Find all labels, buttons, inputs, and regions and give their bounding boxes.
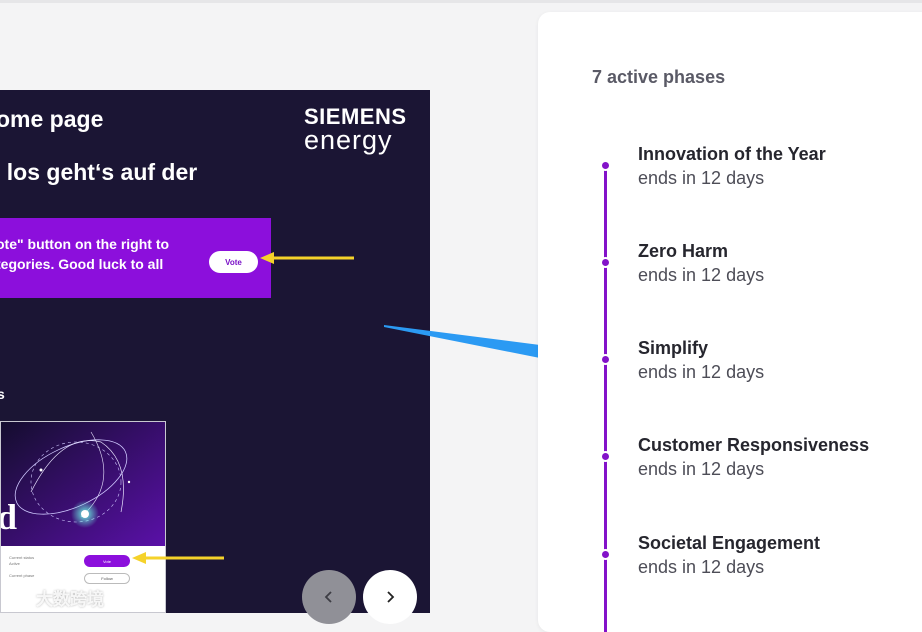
phase-name: Innovation of the Year <box>638 144 826 164</box>
slide-title: ome page <box>0 106 104 132</box>
phase-deadline: ends in 12 days <box>638 557 765 577</box>
preview-hero: d <box>1 422 165 546</box>
tutorial-slide: ome page l los geht‘s auf der SIEMENS en… <box>0 90 430 613</box>
phase-item[interactable]: Zero Harm ends in 12 days <box>538 241 922 301</box>
siemens-energy-logo: SIEMENS energy <box>304 106 422 155</box>
yellow-arrow-icon <box>260 252 354 264</box>
slide-subtitle: l los geht‘s auf der <box>0 159 198 185</box>
preview-status-value: Active <box>9 561 20 566</box>
timeline-dot-icon <box>600 160 611 171</box>
phase-deadline: ends in 12 days <box>638 362 765 382</box>
phase-name: Simplify <box>638 338 709 358</box>
top-divider <box>0 0 922 3</box>
yellow-arrow-icon <box>132 552 224 564</box>
previous-slide-button[interactable] <box>302 570 356 624</box>
timeline-dot-icon <box>600 257 611 268</box>
vote-button[interactable]: Vote <box>209 251 258 273</box>
section-label: s <box>0 386 5 402</box>
logo-line-2: energy <box>304 125 393 155</box>
timeline-dot-icon <box>600 451 611 462</box>
chevron-right-icon <box>387 591 395 603</box>
orbit-graphic-icon <box>1 422 165 546</box>
phases-count: 7 active phases <box>592 67 726 87</box>
timeline-dot-icon <box>600 354 611 365</box>
preview-status-label: Current status <box>9 555 35 560</box>
watermark-logo-icon <box>10 593 32 608</box>
timeline-dot-icon <box>600 549 611 560</box>
banner-line-1: ote" button on the right to <box>0 236 170 252</box>
phase-item[interactable]: Innovation of the Year ends in 12 days <box>538 144 922 204</box>
banner-line-2: tegories. Good luck to all <box>0 256 164 272</box>
watermark: 大数跨境 <box>10 585 104 610</box>
phase-deadline: ends in 12 days <box>638 265 765 285</box>
phase-item[interactable]: Simplify ends in 12 days <box>538 338 922 398</box>
phase-deadline: ends in 12 days <box>638 459 765 479</box>
preview-vote-button[interactable]: Vote <box>84 555 130 567</box>
phase-deadline: ends in 12 days <box>638 168 765 188</box>
phase-name: Zero Harm <box>638 241 729 261</box>
preview-follow-button[interactable]: Follow <box>84 573 130 584</box>
next-slide-button[interactable] <box>363 570 417 624</box>
phase-name: Customer Responsiveness <box>638 435 870 455</box>
preview-hero-letter: d <box>1 496 17 538</box>
phase-name: Societal Engagement <box>638 533 821 553</box>
watermark-text: 大数跨境 <box>36 590 104 609</box>
vote-instruction-banner: ote" button on the right to tegories. Go… <box>0 218 271 298</box>
chevron-left-icon <box>324 591 332 603</box>
phase-item[interactable]: Societal Engagement ends in 12 days <box>538 533 922 593</box>
phase-item[interactable]: Customer Responsiveness ends in 12 days <box>538 435 922 495</box>
preview-phase-label: Current phase <box>9 573 35 578</box>
phases-panel: 7 active phases Innovation of the Year e… <box>538 12 922 632</box>
